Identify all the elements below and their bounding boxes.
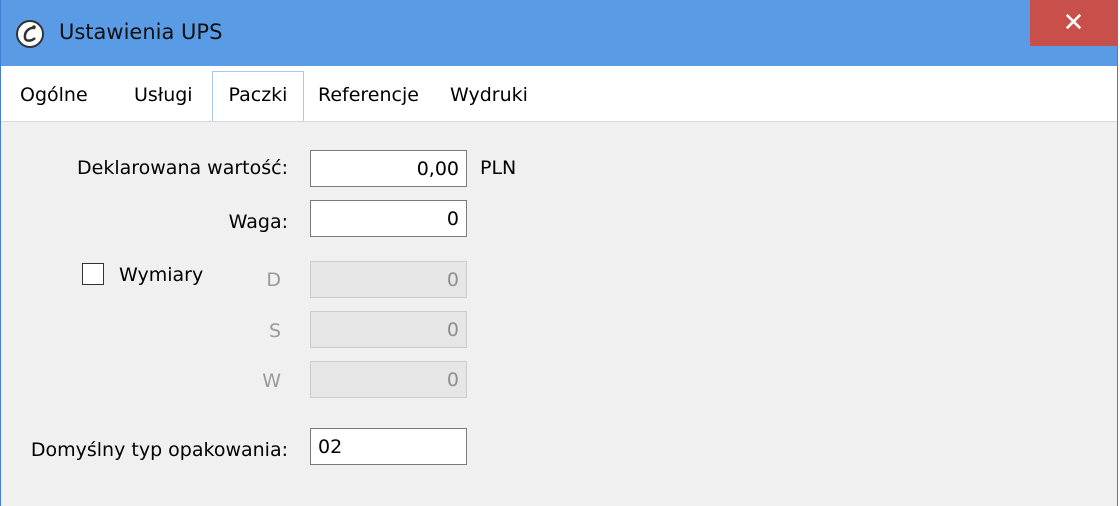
tab-paczki-label: Paczki: [228, 84, 288, 106]
tab-referencje[interactable]: Referencje: [318, 84, 419, 106]
width-field[interactable]: 0: [310, 311, 467, 348]
weight-label: Waga:: [228, 211, 288, 233]
title-bar[interactable]: Ustawienia UPS ✕: [1, 0, 1117, 66]
length-label: D: [266, 269, 281, 291]
height-label: W: [262, 370, 281, 392]
app-logo-icon: [16, 20, 44, 48]
close-icon: ✕: [1062, 8, 1085, 38]
package-type-field[interactable]: 02: [310, 428, 467, 465]
declared-value-field[interactable]: 0,00: [310, 150, 467, 187]
dimensions-label: Wymiary: [119, 264, 204, 286]
tab-strip: Ogólne Usługi Paczki Referencje Wydruki: [1, 66, 1117, 123]
dimensions-checkbox[interactable]: [82, 263, 104, 285]
package-type-label: Domyślny typ opakowania:: [30, 439, 288, 461]
currency-label: PLN: [480, 157, 517, 179]
declared-value-label: Deklarowana wartość:: [77, 157, 288, 179]
width-label: S: [268, 320, 281, 342]
height-field[interactable]: 0: [310, 361, 467, 398]
window-title: Ustawienia UPS: [59, 20, 223, 44]
close-button[interactable]: ✕: [1030, 0, 1117, 46]
ups-settings-window: Ustawienia UPS ✕ Ogólne Usługi Paczki Re…: [0, 0, 1118, 506]
tab-ogolne[interactable]: Ogólne: [20, 84, 88, 106]
length-field[interactable]: 0: [310, 261, 467, 298]
weight-field[interactable]: 0: [310, 200, 467, 237]
tab-wydruki[interactable]: Wydruki: [450, 84, 528, 106]
tab-uslugi[interactable]: Usługi: [134, 84, 193, 106]
tab-paczki[interactable]: Paczki: [212, 71, 304, 123]
